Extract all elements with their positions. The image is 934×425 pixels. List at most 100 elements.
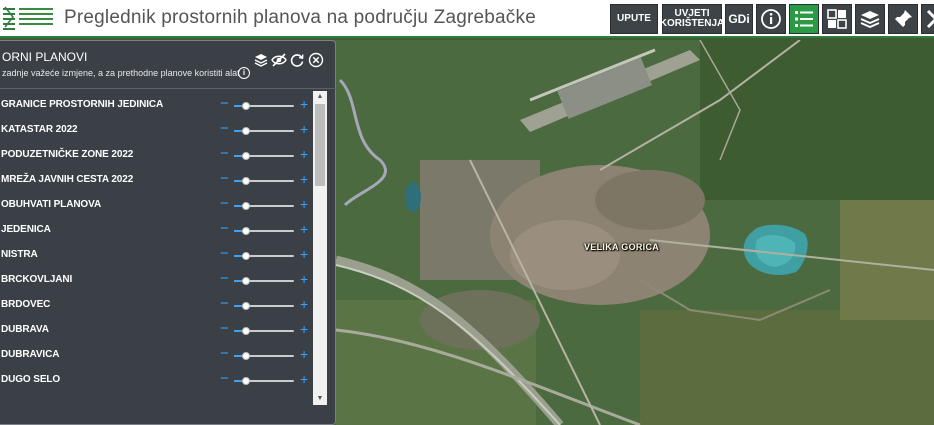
layer-row[interactable]: DUBRAVA − + <box>0 319 312 344</box>
refresh-button[interactable] <box>289 52 305 68</box>
layer-name: OBUHVATI PLANOVA <box>1 199 102 210</box>
layer-row[interactable]: OBUHVATI PLANOVA − + <box>0 194 312 219</box>
layer-row[interactable]: BRCKOVLJANI − + <box>0 269 312 294</box>
layer-row[interactable]: JEDENICA − + <box>0 219 312 244</box>
logo <box>2 5 54 31</box>
gdi-button[interactable]: GDi <box>725 4 753 34</box>
upute-button[interactable]: UPUTE <box>610 4 658 34</box>
layer-list-scrollbar[interactable]: ▲ ▼ <box>313 91 327 405</box>
basemap-gallery-button[interactable] <box>822 4 852 34</box>
close-icon <box>308 52 324 68</box>
opacity-slider-handle[interactable] <box>242 252 250 260</box>
layer-row[interactable]: PODUZETNIČKE ZONE 2022 − + <box>0 144 312 169</box>
header-bar: Preglednik prostornih planova na područj… <box>0 0 934 38</box>
opacity-increase-button[interactable]: + <box>300 121 308 137</box>
opacity-decrease-button[interactable]: − <box>220 146 229 162</box>
opacity-slider[interactable] <box>234 377 294 385</box>
upute-label: UPUTE <box>617 13 651 24</box>
layer-row[interactable]: GRANICE PROSTORNIH JEDINICA − + <box>0 94 312 119</box>
opacity-decrease-button[interactable]: − <box>220 271 229 287</box>
opacity-increase-button[interactable]: + <box>300 346 308 362</box>
layer-list-icon <box>795 11 813 27</box>
opacity-slider-handle[interactable] <box>242 302 250 310</box>
layer-name: KATASTAR 2022 <box>1 124 78 135</box>
layers-stack-button[interactable] <box>855 4 885 34</box>
opacity-slider[interactable] <box>234 127 294 135</box>
close-panel-button[interactable] <box>308 52 324 68</box>
opacity-slider-handle[interactable] <box>242 352 250 360</box>
opacity-increase-button[interactable]: + <box>300 196 308 212</box>
opacity-slider-handle[interactable] <box>242 327 250 335</box>
info-button[interactable] <box>756 4 786 34</box>
layer-name: DUGO SELO <box>1 374 61 385</box>
opacity-slider-handle[interactable] <box>242 177 250 185</box>
panel-title: ORNI PLANOVI <box>2 50 88 64</box>
opacity-increase-button[interactable]: + <box>300 371 308 387</box>
opacity-decrease-button[interactable]: − <box>220 221 229 237</box>
layer-row[interactable]: DUBRAVICA − + <box>0 344 312 369</box>
scroll-thumb[interactable] <box>315 104 325 186</box>
opacity-increase-button[interactable]: + <box>300 321 308 337</box>
layer-row[interactable]: DUGO SELO − + <box>0 369 312 394</box>
basemap-gallery-icon <box>827 9 847 29</box>
layer-name: DUBRAVICA <box>1 349 60 360</box>
opacity-decrease-button[interactable]: − <box>220 321 229 337</box>
info-icon <box>761 9 781 29</box>
layer-row[interactable]: BRDOVEC − + <box>0 294 312 319</box>
opacity-slider[interactable] <box>234 102 294 110</box>
visibility-toggle-button[interactable] <box>271 52 287 68</box>
layer-name: JEDENICA <box>1 224 51 235</box>
uvjeti-koristenja-button[interactable]: UVJETI KORIŠTENJA <box>659 4 725 34</box>
layer-list-button[interactable] <box>789 4 819 34</box>
opacity-slider-handle[interactable] <box>242 377 250 385</box>
opacity-decrease-button[interactable]: − <box>220 296 229 312</box>
opacity-increase-button[interactable]: + <box>300 221 308 237</box>
gdi-label: GDi <box>728 12 750 26</box>
opacity-slider-handle[interactable] <box>242 152 250 160</box>
layer-row[interactable]: NISTRA − + <box>0 244 312 269</box>
opacity-decrease-button[interactable]: − <box>220 246 229 262</box>
refresh-icon <box>290 54 304 67</box>
opacity-slider-handle[interactable] <box>242 277 250 285</box>
opacity-slider[interactable] <box>234 352 294 360</box>
layer-row[interactable]: KATASTAR 2022 − + <box>0 119 312 144</box>
layer-row[interactable]: MREŽA JAVNIH CESTA 2022 − + <box>0 169 312 194</box>
opacity-decrease-button[interactable]: − <box>220 371 229 387</box>
info-tool-icon[interactable]: i <box>238 67 250 79</box>
opacity-slider[interactable] <box>234 202 294 210</box>
opacity-decrease-button[interactable]: − <box>220 346 229 362</box>
opacity-slider-handle[interactable] <box>242 102 250 110</box>
layer-name: BRCKOVLJANI <box>1 274 73 285</box>
opacity-decrease-button[interactable]: − <box>220 96 229 112</box>
scroll-down-arrow-icon[interactable]: ▼ <box>313 393 327 405</box>
pin-button[interactable] <box>888 4 918 34</box>
panel-divider <box>0 88 336 89</box>
opacity-increase-button[interactable]: + <box>300 271 308 287</box>
opacity-increase-button[interactable]: + <box>300 171 308 187</box>
opacity-decrease-button[interactable]: − <box>220 171 229 187</box>
layers-button[interactable] <box>253 52 269 68</box>
opacity-increase-button[interactable]: + <box>300 146 308 162</box>
opacity-slider[interactable] <box>234 227 294 235</box>
opacity-slider-handle[interactable] <box>242 127 250 135</box>
opacity-slider[interactable] <box>234 177 294 185</box>
opacity-increase-button[interactable]: + <box>300 246 308 262</box>
scroll-up-arrow-icon[interactable]: ▲ <box>313 91 327 103</box>
opacity-increase-button[interactable]: + <box>300 296 308 312</box>
opacity-increase-button[interactable]: + <box>300 96 308 112</box>
visibility-off-icon <box>271 53 287 67</box>
opacity-slider-handle[interactable] <box>242 202 250 210</box>
tools-button[interactable] <box>921 4 934 34</box>
panel-subtitle: zadnje važeće izmjene, a za prethodne pl… <box>2 68 240 78</box>
opacity-slider[interactable] <box>234 327 294 335</box>
uvjeti-label-line2: KORIŠTENJA <box>659 18 725 29</box>
opacity-slider[interactable] <box>234 302 294 310</box>
opacity-slider-handle[interactable] <box>242 227 250 235</box>
opacity-slider[interactable] <box>234 152 294 160</box>
opacity-decrease-button[interactable]: − <box>220 196 229 212</box>
layer-panel: ORNI PLANOVI zadnje važeće izmjene, a za… <box>0 40 336 425</box>
opacity-decrease-button[interactable]: − <box>220 121 229 137</box>
layers-stack-icon <box>860 11 880 28</box>
opacity-slider[interactable] <box>234 277 294 285</box>
opacity-slider[interactable] <box>234 252 294 260</box>
